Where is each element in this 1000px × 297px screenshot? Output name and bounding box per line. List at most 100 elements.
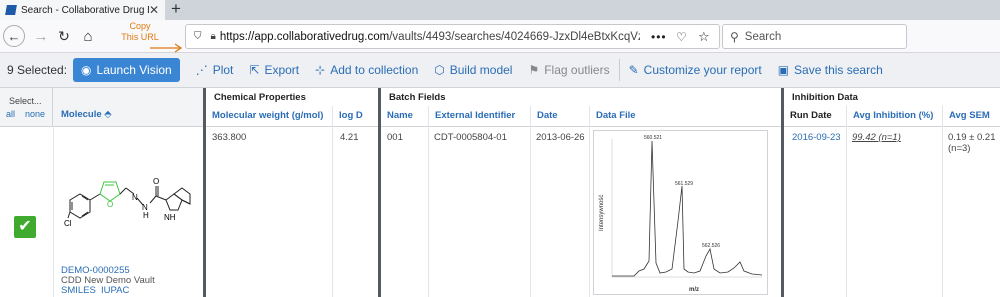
column-molecular-weight[interactable]: Molecular weight (g/mol) (206, 106, 332, 126)
nitrogen-label: N (132, 193, 138, 202)
url-bar[interactable]: ⛉ 🔒︎ https://app.collaborativedrug.com/v… (185, 24, 720, 49)
chlorine-label: Cl (64, 219, 72, 228)
browser-tab[interactable]: Search - Collaborative Drug Di ✕ (0, 0, 165, 20)
tab-close-icon[interactable]: ✕ (149, 3, 159, 17)
column-run-date: Run Date (790, 110, 832, 121)
flag-icon: ⚑ (528, 63, 540, 77)
spectrum-peak-label: 562.526 (702, 243, 720, 249)
select-all-link[interactable]: all (6, 109, 15, 119)
url-text[interactable]: https://app.collaborativedrug.com/vaults… (220, 31, 640, 43)
column-date[interactable]: Date (530, 106, 589, 126)
frozen-column-divider (203, 88, 206, 297)
customize-report-button[interactable]: ✎ Customize your report (629, 63, 762, 77)
build-model-label: Build model (449, 63, 513, 77)
column-data-file[interactable]: Data File (589, 106, 781, 126)
results-toolbar: 9 Selected: ◉ Launch Vision ⋰ Plot ⇱ Exp… (0, 53, 1000, 88)
column-external-identifier[interactable]: External Identifier (428, 106, 530, 126)
select-column-divider (53, 126, 54, 297)
results-table: Select... all none Molecule ⬘ Chemical P… (0, 88, 1000, 297)
copy-url-annotation: Copy This URL (121, 21, 159, 42)
avg-sem-count: (n=3) (948, 143, 971, 154)
spectrum-peak-label: 561.529 (675, 181, 693, 187)
vision-icon: ◉ (81, 63, 92, 77)
furan-oxygen-label: O (107, 200, 113, 209)
add-to-collection-label: Add to collection (330, 63, 419, 77)
data-file-spectrum-image[interactable]: 560.521 561.529 562.526 Intensywność m/z (593, 130, 768, 295)
column-name[interactable]: Name (381, 106, 428, 126)
tab-strip: Search - Collaborative Drug Di ✕ + (0, 0, 1000, 20)
smiles-link[interactable]: SMILES (61, 285, 96, 296)
save-search-label: Save this search (794, 63, 883, 77)
build-model-button[interactable]: ⬡ Build model (434, 63, 512, 77)
group-divider-batch (378, 88, 381, 297)
toolbar-divider (618, 59, 620, 81)
spectrum-y-label: Intensywność (599, 195, 605, 231)
column-avg-sem[interactable]: Avg SEM (942, 106, 1000, 126)
column-divider (428, 106, 429, 297)
tab-title: Search - Collaborative Drug Di (21, 4, 149, 16)
spectrum-peak-label: 560.521 (644, 135, 662, 141)
select-none-link[interactable]: none (25, 109, 45, 119)
run-date-link[interactable]: 2016-09-23 (792, 132, 841, 143)
select-title: Select... (9, 96, 42, 106)
batch-name-value: 001 (387, 132, 403, 143)
avg-inhibition-value[interactable]: 99.42 (n=1) (852, 132, 901, 143)
plot-button[interactable]: ⋰ Plot (196, 63, 234, 77)
plot-label: Plot (212, 63, 234, 77)
cdd-favicon-icon (5, 5, 17, 15)
navigation-bar: ← → ↻ ⌂ Copy This URL ⛉ 🔒︎ https://app.c… (0, 20, 1000, 53)
column-divider (530, 106, 531, 297)
flag-outliers-button[interactable]: ⚑ Flag outliers (528, 63, 609, 77)
customize-report-label: Customize your report (643, 63, 762, 77)
flag-outliers-label: Flag outliers (544, 63, 610, 77)
export-icon: ⇱ (249, 63, 260, 77)
iupac-link[interactable]: IUPAC (101, 285, 129, 296)
add-to-collection-button[interactable]: ⊹ Add to collection (315, 63, 418, 77)
bookmark-star-icon[interactable]: ☆ (698, 29, 710, 45)
column-avg-inhibition[interactable]: Avg Inhibition (%) (846, 106, 942, 126)
export-button[interactable]: ⇱ Export (249, 63, 299, 77)
save-search-button[interactable]: ▣ Save this search (778, 63, 883, 77)
carbonyl-oxygen-label: O (153, 177, 159, 186)
page-actions-icon[interactable]: ••• (651, 30, 667, 44)
export-label: Export (264, 63, 300, 77)
column-divider (332, 106, 333, 297)
search-icon: ⚲ (730, 29, 739, 44)
shield-icon[interactable]: ⛉ (194, 31, 202, 42)
home-icon[interactable]: ⌂ (77, 25, 99, 47)
sort-icon: ⬘ (104, 109, 112, 120)
launch-vision-button[interactable]: ◉ Launch Vision (73, 58, 180, 82)
column-divider (846, 106, 847, 297)
select-header: Select... all none (0, 88, 53, 126)
group-chemical-properties: Chemical Properties (206, 88, 378, 106)
pocket-icon[interactable]: ♡ (676, 30, 687, 44)
reload-icon[interactable]: ↻ (53, 25, 75, 47)
edit-report-icon: ✎ (628, 63, 639, 77)
row-checkbox[interactable]: ✔ (14, 216, 36, 238)
forward-arrow-icon[interactable]: → (30, 25, 52, 47)
hydrogen-label: H (143, 211, 149, 220)
new-tab-button[interactable]: + (171, 0, 181, 18)
header-divider (0, 126, 1000, 127)
spectrum-x-label: m/z (689, 287, 699, 293)
molecule-structure-image[interactable]: Cl O N N H O NH (60, 138, 200, 258)
log-d-value: 4.21 (340, 132, 359, 143)
cube-icon: ⬡ (434, 63, 445, 77)
molecule-sort-link[interactable]: Molecule ⬘ (61, 109, 112, 120)
column-log-d[interactable]: log D (332, 106, 378, 126)
lock-icon[interactable]: 🔒︎ (211, 31, 216, 42)
group-batch-fields: Batch Fields (381, 88, 781, 106)
search-box[interactable]: ⚲ Search (722, 24, 907, 49)
molecular-weight-value: 363.800 (212, 132, 247, 143)
column-divider (589, 106, 590, 297)
selected-count: 9 Selected: (7, 63, 68, 77)
scatter-plot-icon: ⋰ (195, 63, 208, 77)
column-divider (942, 106, 943, 297)
external-identifier-value: CDT-0005804-01 (434, 132, 507, 143)
tag-icon: ⊹ (315, 63, 326, 77)
back-arrow-icon[interactable]: ← (3, 25, 25, 47)
molecule-header: Molecule ⬘ (53, 88, 203, 126)
launch-vision-label: Launch Vision (96, 63, 172, 77)
group-divider-inhibition (781, 88, 784, 297)
batch-date-value: 2013-06-26 (536, 132, 585, 143)
